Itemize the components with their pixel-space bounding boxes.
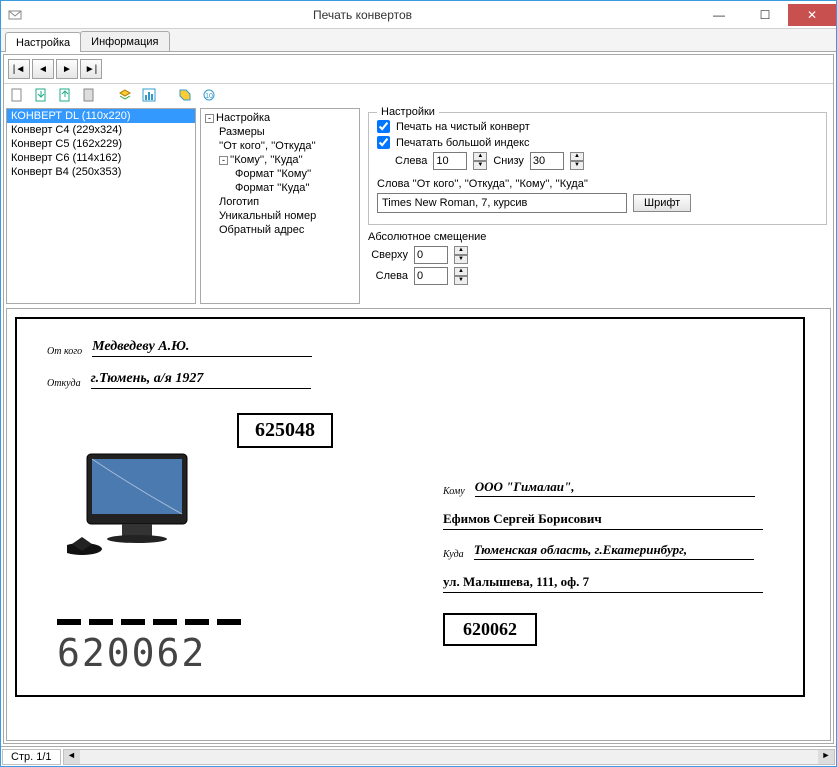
bottom-label: Снизу [493,155,524,167]
chart-icon[interactable] [140,86,158,104]
to-name2: Ефимов Сергей Борисович [443,511,763,530]
recipient-block: Кому ООО "Гималаи", Ефимов Сергей Борисо… [443,479,763,646]
close-button[interactable]: ✕ [788,4,836,26]
scroll-right-icon[interactable]: ► [818,750,834,764]
font-button[interactable]: Шрифт [633,194,691,212]
tree-from[interactable]: ''От кого'', ''Откуда'' [203,139,357,153]
main-tabs: Настройка Информация [1,29,836,52]
window-title: Печать конвертов [29,8,696,22]
minimize-button[interactable]: — [696,4,742,26]
left2-label: Слева [368,270,408,282]
monitor-image [67,449,207,572]
where-value2: ул. Малышева, 111, оф. 7 [443,574,763,593]
list-item[interactable]: Конверт B4 (250x353) [7,165,195,179]
tree-logo[interactable]: Логотип [203,195,357,209]
postal-index: 620062 [57,619,206,675]
nav-toolbar: |◄ ◄ ► ►| [4,55,833,84]
doc-icon[interactable] [80,86,98,104]
spin-up-icon[interactable]: ▲ [473,152,487,161]
format-list[interactable]: КОНВЕРТ DL (110x220) Конверт C4 (229x324… [6,108,196,304]
fromaddr-label: Откуда [47,378,81,389]
statusbar: Стр. 1/1 ◄ ► [1,746,836,766]
to-index-box: 620062 [443,613,537,646]
collapse-icon[interactable]: - [205,114,214,123]
from-index-box: 625048 [237,413,333,448]
spin-up-icon[interactable]: ▲ [570,152,584,161]
tree-root[interactable]: Настройка [216,112,270,124]
where-label: Куда [443,549,464,560]
badge-icon[interactable]: 10 [200,86,218,104]
spin-down-icon[interactable]: ▼ [454,255,468,264]
scroll-left-icon[interactable]: ◄ [64,750,80,764]
tree-return[interactable]: Обратный адрес [203,223,357,237]
top-label: Сверху [368,249,408,261]
from-value: Медведеву А.Ю. [92,339,312,357]
bottom-spinner[interactable] [530,152,564,170]
to-value: ООО "Гималаи", [475,479,755,497]
nav-prev-button[interactable]: ◄ [32,59,54,79]
abs-label: Абсолютное смещение [368,231,486,243]
font-field[interactable] [377,193,627,213]
settings-legend: Настройки [377,106,439,118]
app-icon [7,7,23,23]
from-label: От кого [47,346,82,357]
maximize-button[interactable]: ☐ [742,4,788,26]
list-item[interactable]: Конверт C4 (229x324) [7,123,195,137]
titlebar: Печать конвертов — ☐ ✕ [1,1,836,29]
spin-up-icon[interactable]: ▲ [454,246,468,255]
envelope-preview: От кого Медведеву А.Ю. Откуда г.Тюмень, … [15,317,805,697]
where-value: Тюменская область, г.Екатеринбург, [474,542,754,560]
postal-digits: 620062 [57,631,206,675]
tag-icon[interactable] [176,86,194,104]
nav-next-button[interactable]: ► [56,59,78,79]
spin-down-icon[interactable]: ▼ [570,161,584,170]
words-label: Слова ''От кого'', ''Откуда'', ''Кому'',… [377,178,588,190]
preview-area: От кого Медведеву А.Ю. Откуда г.Тюмень, … [6,308,831,741]
export-icon[interactable] [32,86,50,104]
svg-text:10: 10 [205,93,213,100]
to-label: Кому [443,486,465,497]
list-item[interactable]: Конверт C5 (162x229) [7,137,195,151]
tree-sizes[interactable]: Размеры [203,125,357,139]
spin-down-icon[interactable]: ▼ [473,161,487,170]
settings-tree[interactable]: -Настройка Размеры ''От кого'', ''Откуда… [200,108,360,304]
settings-fieldset: Настройки Печать на чистый конверт Печат… [368,112,827,225]
tab-info[interactable]: Информация [80,31,169,51]
new-icon[interactable] [8,86,26,104]
bigindex-checkbox[interactable] [377,136,390,149]
nav-last-button[interactable]: ►| [80,59,102,79]
clean-label: Печать на чистый конверт [396,121,530,133]
import-icon[interactable] [56,86,74,104]
left2-spinner[interactable] [414,267,448,285]
list-item[interactable]: КОНВЕРТ DL (110x220) [7,109,195,123]
tree-to[interactable]: ''Кому'', ''Куда'' [230,154,303,166]
tab-settings[interactable]: Настройка [5,32,81,52]
left-label: Слева [395,155,427,167]
bigindex-label: Печатать большой индекс [396,137,530,149]
list-item[interactable]: Конверт C6 (114x162) [7,151,195,165]
spin-up-icon[interactable]: ▲ [454,267,468,276]
top-spinner[interactable] [414,246,448,264]
tree-fmt-to[interactable]: Формат ''Кому'' [203,167,357,181]
left-spinner[interactable] [433,152,467,170]
spin-down-icon[interactable]: ▼ [454,276,468,285]
action-toolbar: 10 [4,84,833,106]
hscrollbar[interactable]: ◄ ► [63,749,835,765]
tree-uniq[interactable]: Уникальный номер [203,209,357,223]
page-indicator: Стр. 1/1 [2,749,61,765]
clean-checkbox[interactable] [377,120,390,133]
tree-fmt-where[interactable]: Формат ''Куда'' [203,181,357,195]
collapse-icon[interactable]: - [219,156,228,165]
fromaddr-value: г.Тюмень, а/я 1927 [91,371,311,389]
nav-first-button[interactable]: |◄ [8,59,30,79]
layers-icon[interactable] [116,86,134,104]
